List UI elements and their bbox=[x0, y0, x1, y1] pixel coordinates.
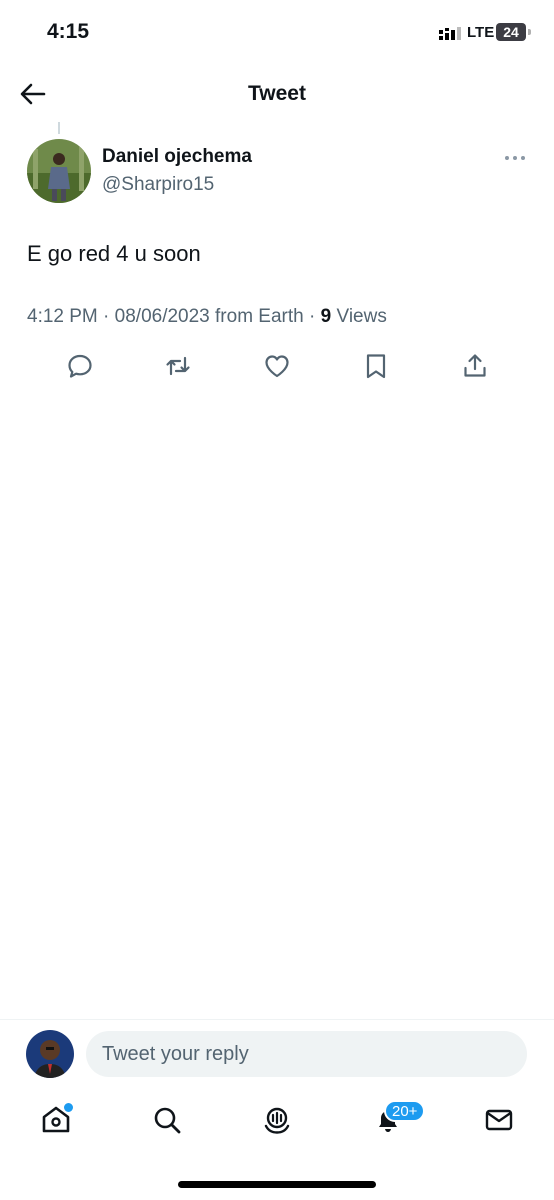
spaces-icon[interactable] bbox=[262, 1105, 292, 1135]
home-indicator bbox=[178, 1181, 376, 1188]
like-icon[interactable] bbox=[263, 352, 291, 380]
search-icon[interactable] bbox=[152, 1105, 182, 1135]
reply-input[interactable] bbox=[86, 1031, 527, 1077]
more-options-icon[interactable] bbox=[503, 148, 527, 168]
retweet-icon[interactable] bbox=[164, 352, 192, 380]
page-title: Tweet bbox=[248, 82, 306, 105]
views-label[interactable]: Views bbox=[336, 306, 386, 327]
network-label: LTE bbox=[467, 24, 495, 41]
home-unread-dot bbox=[62, 1101, 75, 1114]
tweet-text: E go red 4 u soon bbox=[27, 241, 201, 266]
tweet-meta: 4:12 PM · 08/06/2023 from Earth · 9 View… bbox=[27, 306, 387, 327]
status-time: 4:15 bbox=[47, 20, 90, 43]
tweet-time[interactable]: 4:12 PM bbox=[27, 306, 98, 327]
display-name[interactable]: Daniel ojechema bbox=[102, 146, 252, 168]
messages-icon[interactable] bbox=[484, 1105, 514, 1135]
user-handle[interactable]: @Sharpiro15 bbox=[102, 174, 214, 196]
battery-cap bbox=[528, 29, 531, 35]
share-icon[interactable] bbox=[461, 352, 489, 380]
avatar[interactable] bbox=[27, 139, 91, 203]
avatar-photo bbox=[27, 139, 91, 203]
tweet-date[interactable]: 08/06/2023 bbox=[115, 306, 210, 327]
tweet-source: from Earth bbox=[215, 306, 304, 327]
battery-indicator: 24 bbox=[496, 23, 526, 41]
thread-connector bbox=[58, 122, 60, 134]
avatar-photo bbox=[26, 1030, 74, 1078]
reply-icon[interactable] bbox=[66, 352, 94, 380]
current-user-avatar[interactable] bbox=[26, 1030, 74, 1078]
signal-icon bbox=[439, 27, 461, 40]
views-count[interactable]: 9 bbox=[321, 306, 332, 327]
notifications-badge: 20+ bbox=[384, 1100, 426, 1122]
bookmark-icon[interactable] bbox=[362, 352, 390, 380]
divider bbox=[0, 1019, 554, 1020]
